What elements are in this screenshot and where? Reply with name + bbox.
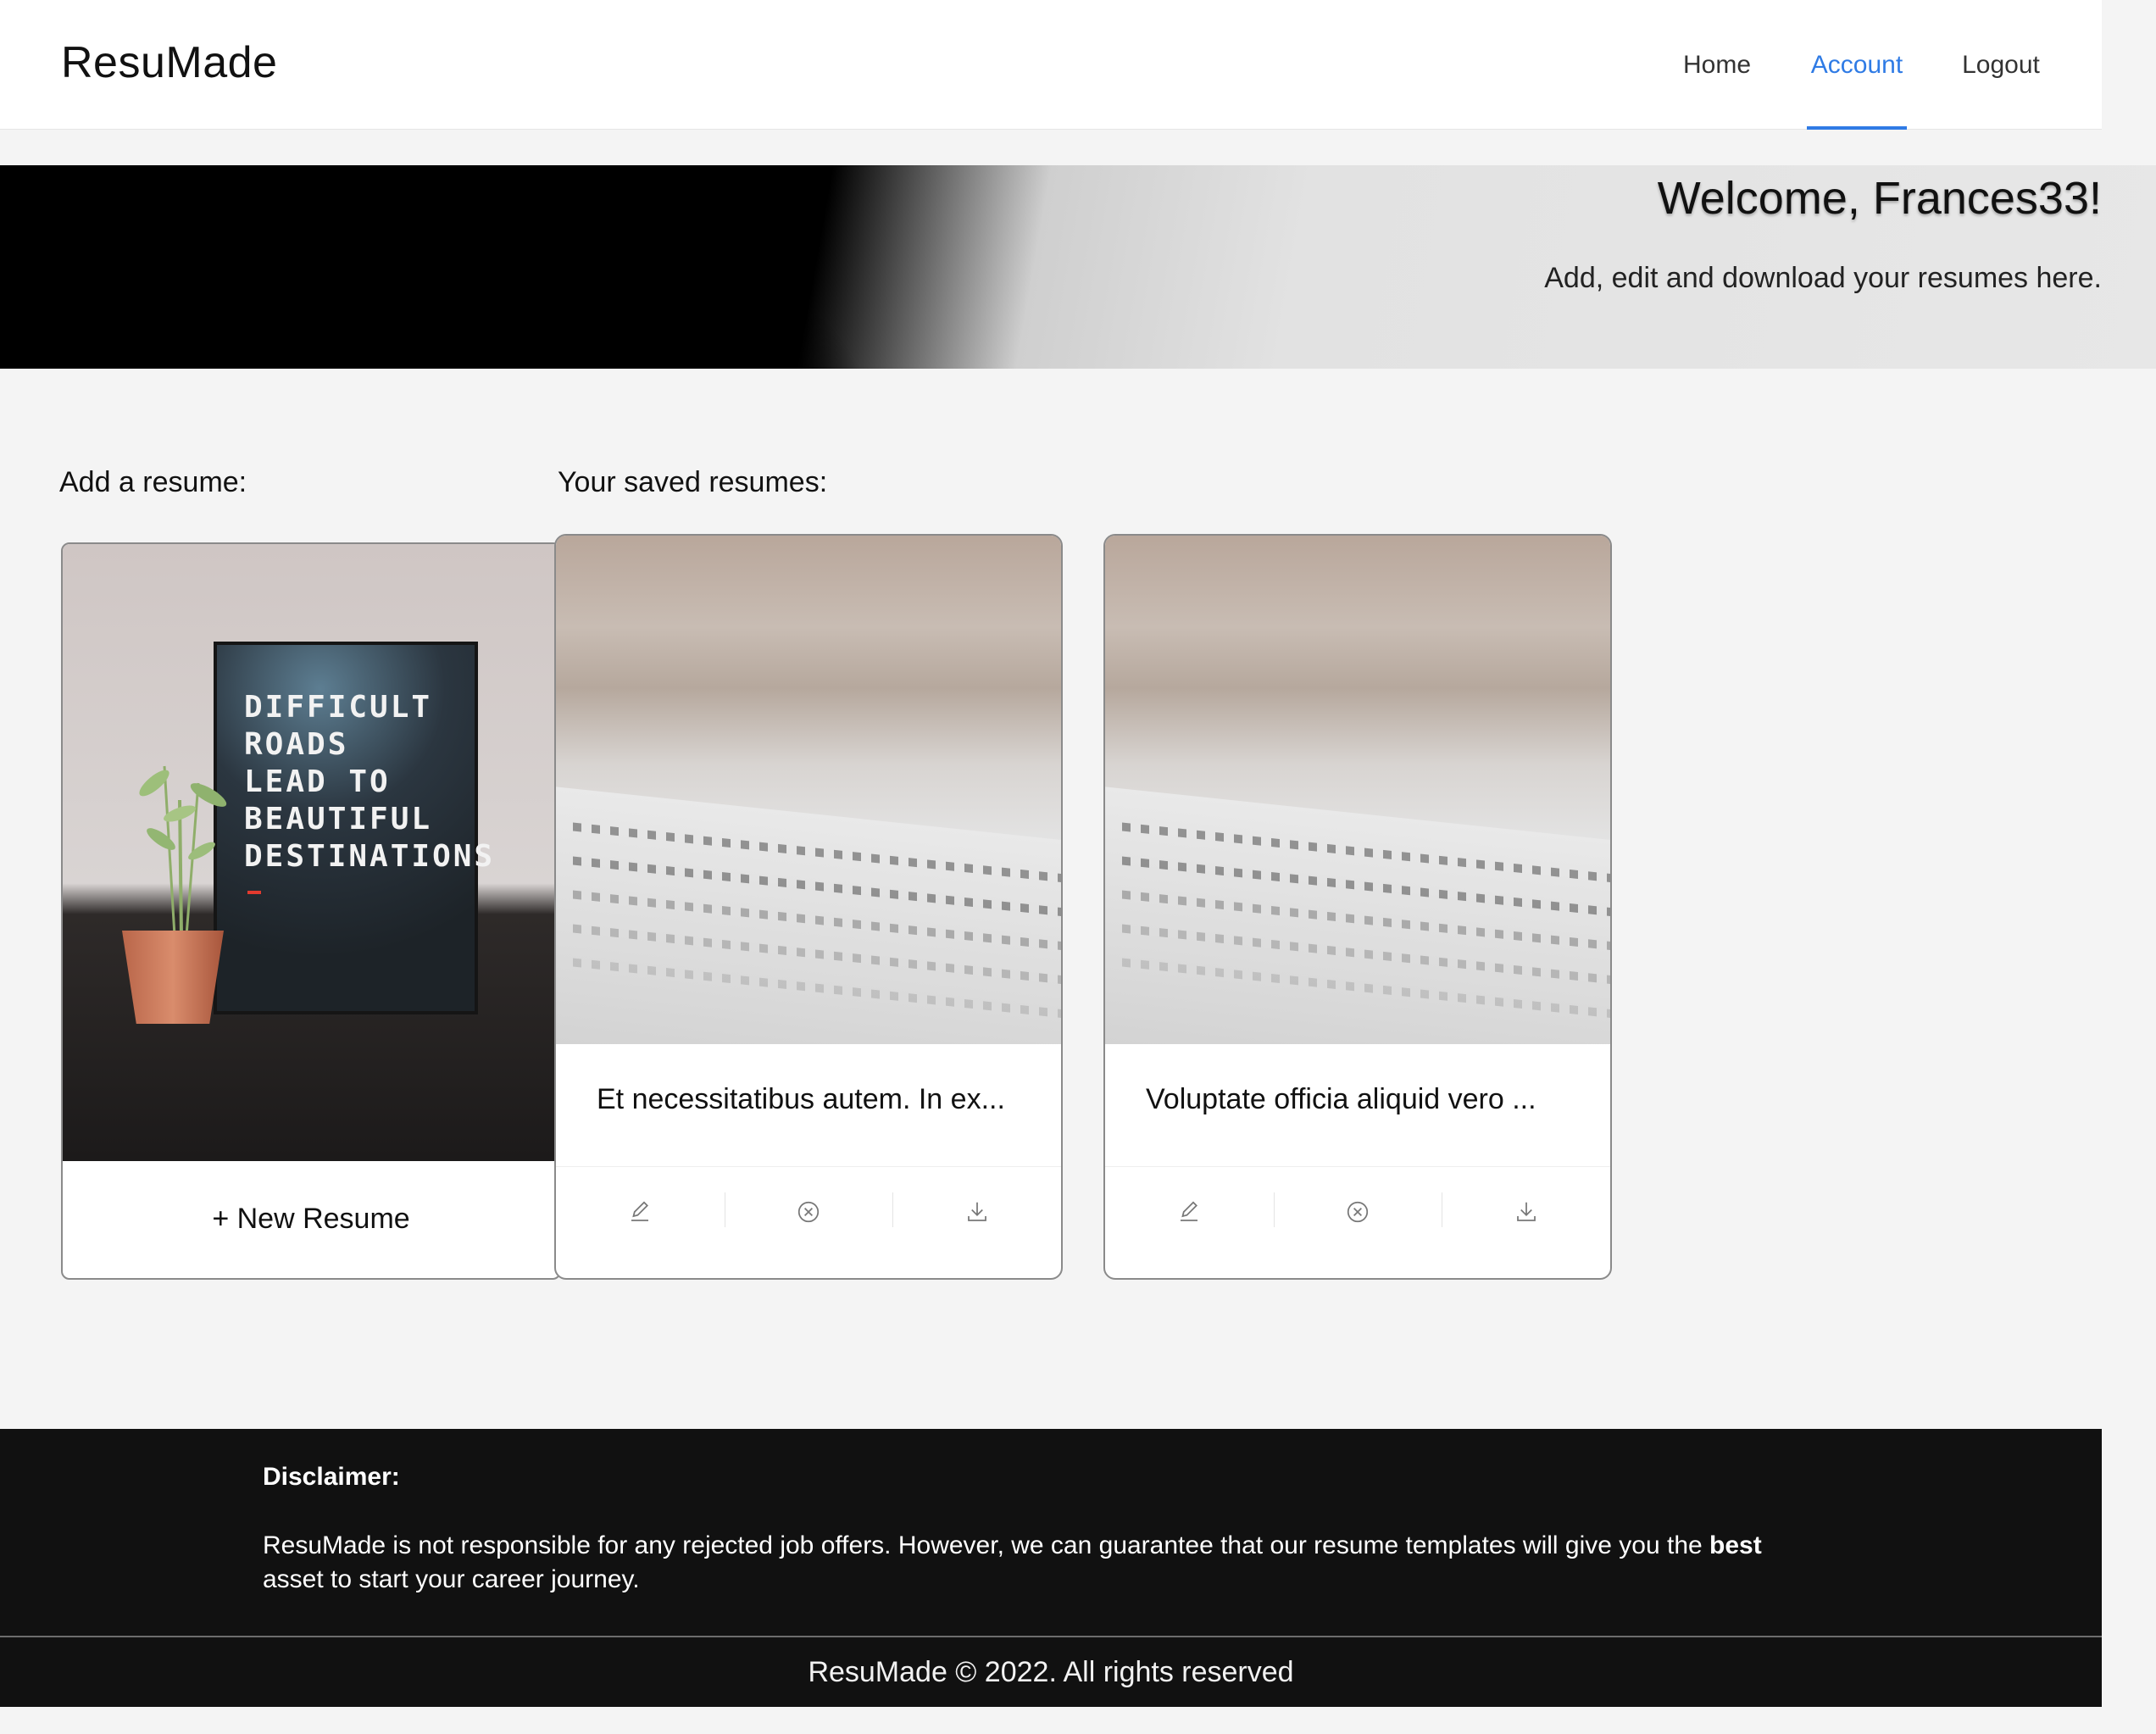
letter-board: DIFFICULT ROADS LEAD TO BEAUTIFUL DESTIN… xyxy=(214,642,492,1014)
edit-icon xyxy=(1181,1201,1198,1221)
new-resume-image: DIFFICULT ROADS LEAD TO BEAUTIFUL DESTIN… xyxy=(63,544,559,1161)
copyright-text: ResuMade © 2022. All rights reserved xyxy=(808,1656,1294,1688)
delete-icon xyxy=(797,1201,820,1222)
letter-board-text: DIFFICULT ROADS LEAD TO BEAUTIFUL DESTIN… xyxy=(244,690,496,874)
delete-icon xyxy=(1347,1201,1369,1222)
top-navbar: ResuMade Home Account Logout xyxy=(0,0,2102,130)
welcome-subtitle: Add, edit and download your resumes here… xyxy=(1544,262,2102,294)
welcome-banner: Welcome, Frances33! Add, edit and downlo… xyxy=(0,165,2156,369)
resume-thumbnail xyxy=(556,536,1061,1044)
resume-title[interactable]: Et necessitatibus autem. In ex... xyxy=(597,1044,1036,1154)
app-logo[interactable]: ResuMade xyxy=(61,37,277,88)
new-resume-card[interactable]: DIFFICULT ROADS LEAD TO BEAUTIFUL DESTIN… xyxy=(61,542,561,1280)
nav-home-link[interactable]: Home xyxy=(1666,0,1768,130)
footer-divider xyxy=(0,1636,2102,1637)
resume-card: Voluptate officia aliquid vero ... xyxy=(1103,534,1612,1280)
disclaimer-text: ResuMade is not responsible for any reje… xyxy=(263,1531,1762,1593)
disclaimer-bold: best xyxy=(1709,1531,1762,1559)
delete-resume-button[interactable] xyxy=(1273,1167,1442,1278)
download-resume-button[interactable] xyxy=(1442,1167,1610,1278)
resume-thumbnail xyxy=(1105,536,1610,1044)
resume-card: Et necessitatibus autem. In ex... xyxy=(554,534,1063,1280)
resume-title[interactable]: Voluptate officia aliquid vero ... xyxy=(1146,1044,1585,1154)
download-resume-button[interactable] xyxy=(892,1167,1061,1278)
delete-resume-button[interactable] xyxy=(724,1167,893,1278)
download-icon xyxy=(1516,1202,1536,1221)
footer: Disclaimer: ResuMade is not responsible … xyxy=(0,1429,2102,1707)
saved-resumes-heading: Your saved resumes: xyxy=(558,466,828,498)
nav-account-link[interactable]: Account xyxy=(1807,0,1907,130)
welcome-title: Welcome, Frances33! xyxy=(1657,173,2102,224)
edit-resume-button[interactable] xyxy=(1105,1167,1274,1278)
resume-actions xyxy=(556,1166,1061,1278)
new-resume-button[interactable]: + New Resume xyxy=(63,1159,559,1278)
resume-actions xyxy=(1105,1166,1610,1278)
nav-logout-link[interactable]: Logout xyxy=(1949,0,2053,130)
disclaimer-title: Disclaimer: xyxy=(263,1463,400,1491)
edit-resume-button[interactable] xyxy=(556,1167,725,1278)
edit-icon xyxy=(631,1201,649,1221)
plant-icon xyxy=(139,765,227,936)
add-resume-heading: Add a resume: xyxy=(59,466,247,498)
download-icon xyxy=(967,1202,986,1221)
flower-pot xyxy=(122,931,224,1024)
